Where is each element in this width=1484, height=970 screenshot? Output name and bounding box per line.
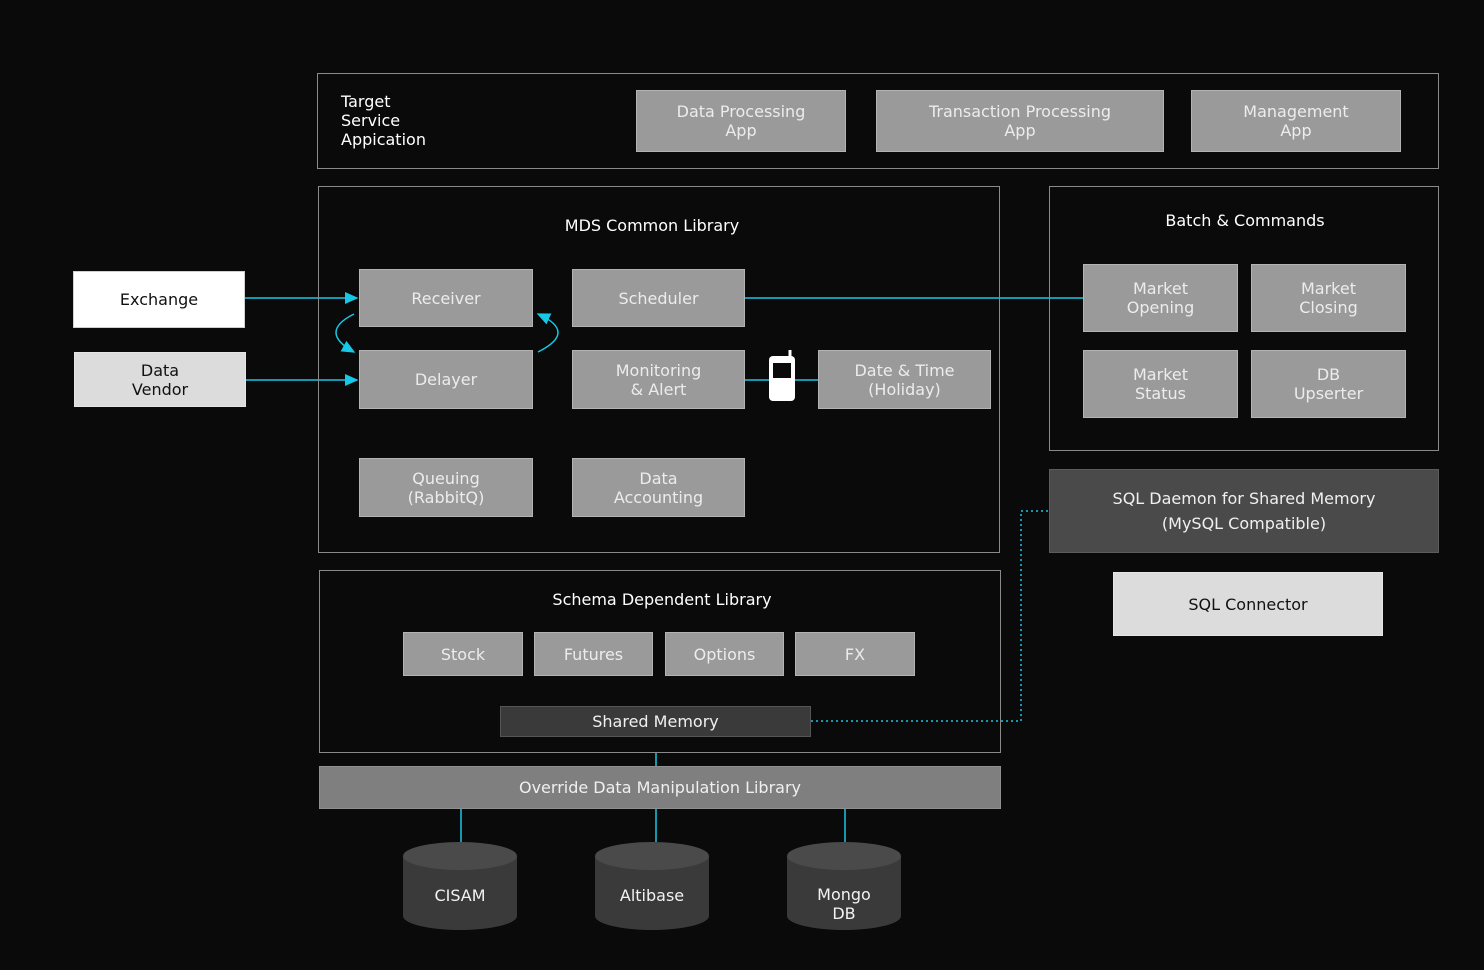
data-processing-app[interactable]: Data Processing App: [636, 90, 846, 152]
management-app[interactable]: Management App: [1191, 90, 1401, 152]
altibase-label: Altibase: [619, 885, 685, 905]
mds-common-library-title: MDS Common Library: [564, 216, 740, 235]
receiver-box[interactable]: Receiver: [359, 269, 533, 327]
shared-memory-box[interactable]: Shared Memory: [500, 706, 811, 737]
cisam-label: CISAM: [434, 885, 486, 905]
data-accounting-box[interactable]: Data Accounting: [572, 458, 745, 517]
schema-dependent-library-title: Schema Dependent Library: [552, 590, 772, 609]
mongo-db-label: Mongo DB: [817, 885, 871, 923]
sql-daemon-box[interactable]: SQL Daemon for Shared Memory (MySQL Comp…: [1049, 469, 1439, 553]
date-time-holiday-box[interactable]: Date & Time (Holiday): [818, 350, 991, 409]
fx-box[interactable]: FX: [795, 632, 915, 676]
batch-commands-title: Batch & Commands: [1165, 211, 1325, 230]
options-box[interactable]: Options: [665, 632, 784, 676]
data-vendor-box[interactable]: Data Vendor: [74, 352, 246, 407]
exchange-box[interactable]: Exchange: [73, 271, 245, 328]
transaction-processing-app[interactable]: Transaction Processing App: [876, 90, 1164, 152]
stock-box[interactable]: Stock: [403, 632, 523, 676]
market-opening-box[interactable]: Market Opening: [1083, 264, 1238, 332]
queuing-rabbitq-box[interactable]: Queuing (RabbitQ): [359, 458, 533, 517]
target-service-label: Target Service Appication: [341, 92, 426, 149]
scheduler-box[interactable]: Scheduler: [572, 269, 745, 327]
sql-connector-box[interactable]: SQL Connector: [1113, 572, 1383, 636]
db-upserter-box[interactable]: DB Upserter: [1251, 350, 1406, 418]
market-closing-box[interactable]: Market Closing: [1251, 264, 1406, 332]
monitoring-alert-box[interactable]: Monitoring & Alert: [572, 350, 745, 409]
delayer-box[interactable]: Delayer: [359, 350, 533, 409]
market-status-box[interactable]: Market Status: [1083, 350, 1238, 418]
override-data-manipulation-library[interactable]: Override Data Manipulation Library: [319, 766, 1001, 809]
futures-box[interactable]: Futures: [534, 632, 653, 676]
